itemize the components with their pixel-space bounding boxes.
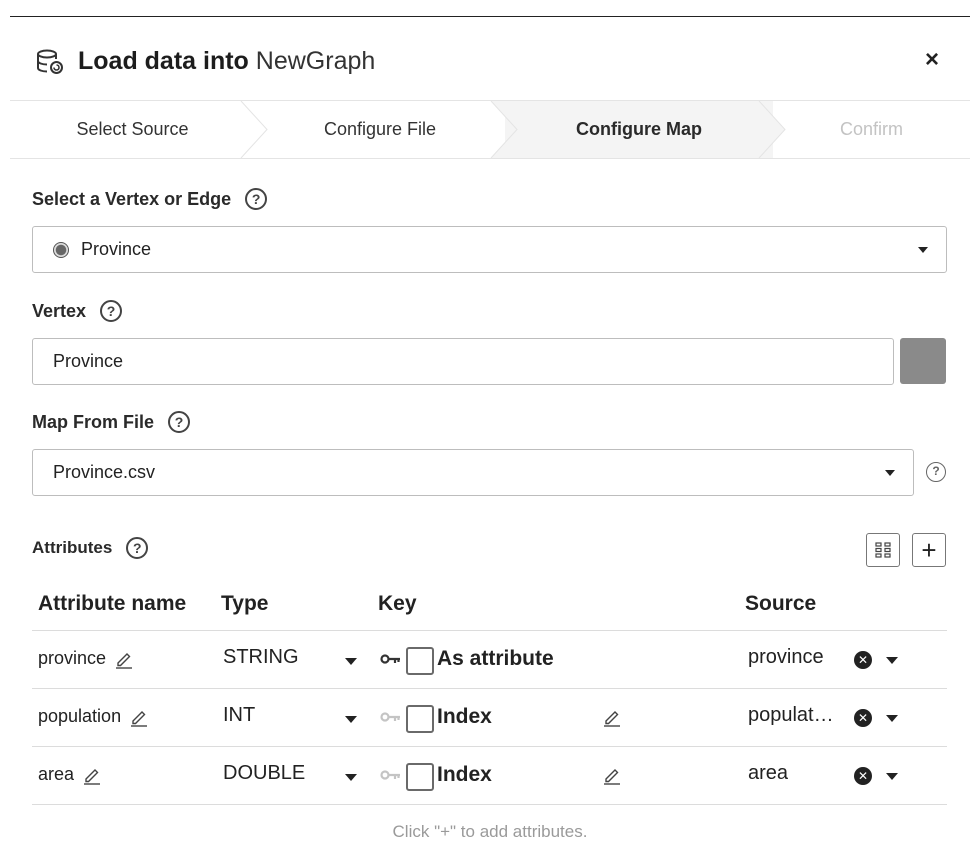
- attribute-name-cell: population: [38, 706, 149, 727]
- file-help[interactable]: ?: [926, 462, 946, 482]
- pencil-icon[interactable]: [129, 707, 149, 727]
- column-header-type: Type: [221, 592, 269, 615]
- step-separator: [757, 101, 786, 158]
- vertex-edge-label-text: Select a Vertex or Edge: [32, 188, 232, 209]
- key-checkbox[interactable]: [406, 705, 434, 733]
- help-icon[interactable]: ?: [245, 188, 268, 210]
- step-configure-file[interactable]: Configure File: [255, 101, 519, 158]
- pencil-icon[interactable]: [82, 765, 102, 785]
- attribute-source[interactable]: area: [748, 762, 788, 785]
- vertex-edge-value: Province: [81, 239, 152, 259]
- table-row: area DOUBLE Index area ✕: [32, 747, 947, 805]
- step-confirm[interactable]: Confirm: [773, 101, 970, 158]
- step-label: Select Source: [76, 119, 189, 139]
- vertex-name-value: Province: [53, 351, 124, 371]
- table-row: population INT Index populat… ✕: [32, 689, 947, 747]
- attribute-source[interactable]: province: [748, 646, 824, 669]
- chevron-down-icon[interactable]: [345, 658, 357, 665]
- attributes-label-text: Attributes: [32, 538, 113, 557]
- vertex-label-text: Vertex: [32, 300, 87, 321]
- attribute-source[interactable]: populat…: [748, 704, 834, 727]
- chevron-down-icon: [885, 470, 895, 476]
- chevron-down-icon[interactable]: [886, 715, 898, 722]
- title-bold: Load data into: [78, 47, 249, 75]
- map-file-label: Map From File ?: [32, 411, 191, 433]
- table-header: Attribute name Type Key Source: [32, 580, 947, 631]
- column-header-name: Attribute name: [38, 592, 187, 615]
- vertex-edge-label: Select a Vertex or Edge ?: [32, 188, 268, 210]
- help-icon[interactable]: ?: [126, 537, 149, 559]
- add-attribute-button[interactable]: +: [912, 533, 946, 567]
- vertex-label: Vertex ?: [32, 300, 123, 322]
- step-label: Configure File: [323, 119, 437, 139]
- auto-map-button[interactable]: [866, 533, 900, 567]
- step-configure-map[interactable]: Configure Map: [505, 101, 786, 158]
- step-separator: [490, 101, 519, 158]
- top-divider: [10, 16, 970, 17]
- map-file-select[interactable]: Province.csv: [32, 449, 914, 496]
- attribute-type[interactable]: INT: [223, 704, 255, 727]
- chevron-down-icon[interactable]: [345, 774, 357, 781]
- help-icon[interactable]: ?: [168, 411, 191, 433]
- attribute-type[interactable]: DOUBLE: [223, 762, 305, 785]
- attributes-table: Attribute name Type Key Source province …: [32, 580, 947, 805]
- chevron-down-icon[interactable]: [886, 773, 898, 780]
- step-select-source[interactable]: Select Source: [10, 101, 268, 158]
- key-icon: [380, 770, 400, 780]
- clear-icon[interactable]: ✕: [854, 767, 872, 785]
- chevron-down-icon[interactable]: [886, 657, 898, 664]
- table-row: province STRING As attribute province ✕: [32, 631, 947, 689]
- step-separator: [240, 101, 268, 158]
- database-icon: [37, 49, 63, 74]
- vertex-color-picker[interactable]: [900, 338, 946, 384]
- column-header-source: Source: [745, 592, 817, 615]
- vertex-name-field[interactable]: Province: [32, 338, 894, 385]
- pencil-icon[interactable]: [602, 765, 622, 785]
- attributes-label: Attributes ?: [32, 537, 149, 559]
- chevron-down-icon[interactable]: [345, 716, 357, 723]
- key-label: Index: [437, 705, 492, 728]
- dialog-title: Load data into NewGraph: [78, 46, 375, 76]
- attribute-name: population: [38, 706, 122, 726]
- primary-key-icon: [380, 654, 400, 664]
- wizard-steps: Select Source Configure File Configure M…: [10, 100, 970, 159]
- clear-icon[interactable]: ✕: [854, 709, 872, 727]
- key-checkbox[interactable]: [406, 763, 434, 791]
- map-file-value: Province.csv: [53, 462, 156, 482]
- key-icon: [380, 712, 400, 722]
- pencil-icon[interactable]: [602, 707, 622, 727]
- clear-icon[interactable]: ✕: [854, 651, 872, 669]
- pencil-icon[interactable]: [114, 649, 134, 669]
- dialog-header: Load data into NewGraph ×: [10, 38, 970, 86]
- key-checkbox[interactable]: [406, 647, 434, 675]
- attribute-name-cell: province: [38, 648, 134, 669]
- key-label: Index: [437, 763, 492, 786]
- key-label: As attribute: [437, 647, 554, 670]
- add-attributes-hint: Click "+" to add attributes.: [392, 822, 588, 841]
- step-label: Configure Map: [576, 119, 702, 139]
- title-graph-name: NewGraph: [255, 47, 376, 75]
- step-label: Confirm: [839, 119, 903, 139]
- attribute-name: area: [38, 764, 75, 784]
- attribute-name: province: [38, 648, 107, 668]
- vertex-edge-select[interactable]: Province: [32, 226, 947, 273]
- help-icon[interactable]: ?: [926, 462, 946, 482]
- help-icon[interactable]: ?: [100, 300, 123, 322]
- grid-list-icon: [875, 542, 891, 558]
- attribute-type[interactable]: STRING: [223, 646, 299, 669]
- map-file-label-text: Map From File: [32, 411, 155, 432]
- attribute-name-cell: area: [38, 764, 102, 785]
- chevron-down-icon: [918, 247, 928, 253]
- close-icon[interactable]: ×: [918, 46, 946, 74]
- vertex-type-icon: [53, 241, 69, 258]
- column-header-key: Key: [378, 592, 417, 615]
